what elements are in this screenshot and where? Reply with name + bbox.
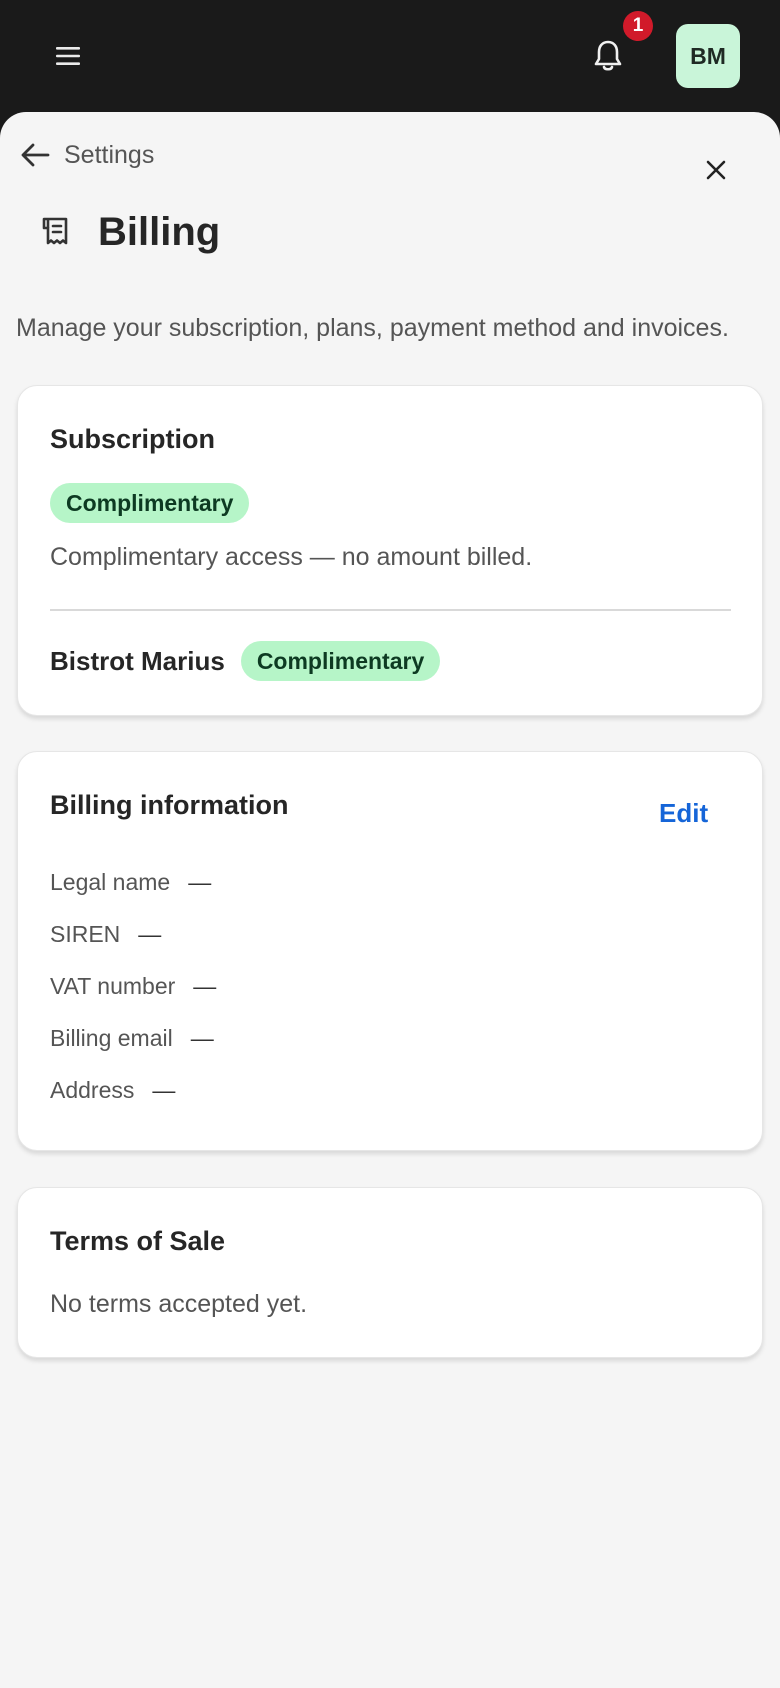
menu-button[interactable] [48, 36, 88, 76]
field-label: Billing email [50, 1025, 173, 1051]
subscription-note: Complimentary access — no amount billed. [50, 543, 533, 571]
billing-field-address: Address — [50, 1077, 175, 1104]
notifications-button[interactable] [584, 32, 632, 80]
billing-field-legal-name: Legal name — [50, 869, 211, 896]
field-value: — [138, 921, 162, 947]
arrow-left-icon [21, 143, 50, 167]
notification-count-badge: 1 [623, 11, 653, 41]
top-bar: 1 BM [0, 0, 780, 112]
field-label: VAT number [50, 973, 176, 999]
hamburger-menu-icon [56, 47, 80, 65]
edit-billing-button[interactable]: Edit [659, 798, 708, 829]
subscription-status-badge: Complimentary [50, 483, 250, 523]
workspace-plan-badge: Complimentary [240, 641, 441, 681]
field-value: — [193, 973, 217, 999]
field-label: SIREN [50, 921, 121, 947]
subscription-card: Subscription Complimentary Complimentary… [17, 385, 763, 716]
workspace-name: Bistrot Marius [50, 645, 225, 676]
field-value: — [152, 1077, 176, 1103]
field-label: Legal name [50, 869, 171, 895]
workspace-row: Bistrot Marius Complimentary [50, 641, 441, 681]
receipt-icon [42, 217, 68, 245]
page-title: Billing [98, 209, 221, 254]
field-value: — [190, 1025, 214, 1051]
terms-status-note: No terms accepted yet. [50, 1290, 308, 1318]
divider [50, 609, 731, 611]
close-button[interactable] [696, 150, 736, 190]
billing-information-title: Billing information [50, 790, 289, 820]
field-value: — [188, 869, 212, 895]
close-icon [706, 160, 726, 180]
terms-of-sale-title: Terms of Sale [50, 1226, 226, 1256]
billing-field-siren: SIREN — [50, 921, 161, 948]
bell-icon [594, 40, 622, 71]
user-avatar[interactable]: BM [676, 24, 740, 88]
back-link-label: Settings [64, 140, 155, 169]
billing-sheet: Settings Billing Manage your subscriptio… [0, 112, 780, 1688]
billing-information-card: Billing information Edit Legal name — SI… [17, 751, 763, 1151]
billing-field-billing-email: Billing email — [50, 1025, 214, 1052]
terms-of-sale-card: Terms of Sale No terms accepted yet. [17, 1187, 763, 1358]
page-description: Manage your subscription, plans, payment… [16, 314, 729, 342]
subscription-title: Subscription [50, 424, 216, 454]
field-label: Address [50, 1077, 135, 1103]
subscription-status: Complimentary [50, 483, 250, 523]
back-to-settings-link[interactable]: Settings [20, 138, 154, 172]
page-header: Billing [38, 204, 220, 260]
billing-field-vat-number: VAT number — [50, 973, 216, 1000]
